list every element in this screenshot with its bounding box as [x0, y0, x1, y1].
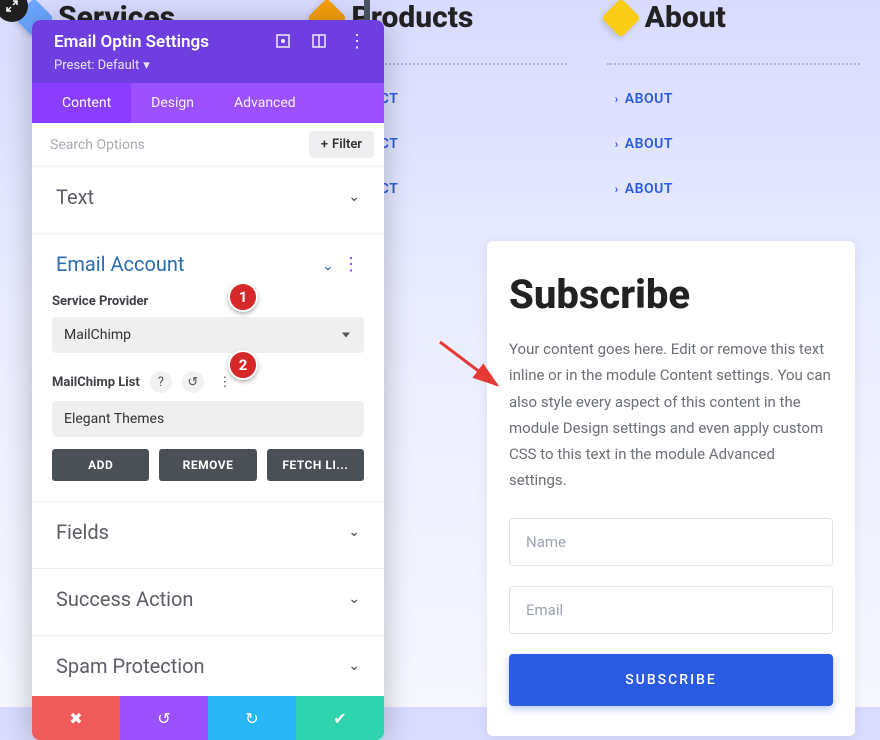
filter-button[interactable]: +Filter	[309, 131, 374, 158]
remove-button[interactable]: REMOVE	[159, 449, 256, 481]
mailchimp-list-label: MailChimp List	[52, 375, 140, 390]
redo-button[interactable]: ↻	[208, 696, 296, 740]
subscribe-button[interactable]: SUBSCRIBE	[509, 654, 833, 706]
tab-content[interactable]: Content	[32, 83, 131, 123]
chevron-down-icon: ⌄	[348, 524, 360, 540]
section-fields[interactable]: Fields ⌄	[52, 502, 364, 562]
caret-down-icon: ▾	[143, 58, 150, 73]
tab-design[interactable]: Design	[131, 83, 214, 123]
reset-icon[interactable]: ↺	[182, 371, 204, 393]
save-button[interactable]: ✔	[296, 696, 384, 740]
service-provider-select[interactable]: MailChimp	[52, 317, 364, 353]
section-success-action[interactable]: Success Action ⌄	[52, 569, 364, 629]
chevron-right-icon: ›	[615, 92, 619, 106]
mailchimp-list-input[interactable]	[52, 401, 364, 437]
fetch-lists-button[interactable]: FETCH LI...	[267, 449, 364, 481]
chevron-right-icon: ›	[615, 182, 619, 196]
email-optin-settings-panel: Email Optin Settings ⋮ Preset: Default▾ …	[32, 20, 384, 740]
annotation-badge-1: 1	[228, 282, 258, 312]
add-button[interactable]: ADD	[52, 449, 149, 481]
preset-dropdown[interactable]: Preset: Default▾	[54, 58, 366, 73]
tab-advanced[interactable]: Advanced	[214, 83, 316, 123]
chevron-down-icon: ⌄	[348, 591, 360, 607]
subscribe-title: Subscribe	[509, 271, 833, 318]
subscribe-email-input[interactable]	[509, 586, 833, 634]
subscribe-name-input[interactable]	[509, 518, 833, 566]
panel-tabs: Content Design Advanced	[32, 83, 384, 123]
check-icon: ✔	[333, 709, 346, 728]
wireframe-icon[interactable]	[312, 33, 326, 52]
chevron-down-icon: ⌄	[348, 658, 360, 674]
about-heading: About	[607, 0, 860, 35]
help-icon[interactable]: ?	[150, 371, 172, 393]
section-email-account[interactable]: Email Account ⌃ ⋮	[52, 234, 364, 294]
more-icon[interactable]: ⋮	[348, 33, 366, 51]
about-heading-text: About	[645, 0, 726, 35]
cancel-button[interactable]: ✖	[32, 696, 120, 740]
section-spam-protection[interactable]: Spam Protection ⌄	[52, 636, 364, 696]
annotation-badge-2: 2	[228, 350, 258, 380]
service-provider-label: Service Provider	[52, 294, 364, 309]
close-icon: ✖	[69, 709, 82, 728]
about-icon	[601, 0, 641, 37]
search-options-input[interactable]	[50, 137, 309, 153]
about-link[interactable]: ›ABOUT	[615, 136, 860, 152]
subscribe-body: Your content goes here. Edit or remove t…	[509, 336, 833, 494]
subscribe-module: Subscribe Your content goes here. Edit o…	[487, 241, 855, 736]
undo-icon: ↺	[157, 709, 170, 728]
about-link[interactable]: ›ABOUT	[615, 181, 860, 197]
chevron-up-icon: ⌃	[322, 256, 334, 272]
chevron-right-icon: ›	[615, 137, 619, 151]
undo-button[interactable]: ↺	[120, 696, 208, 740]
plus-icon: +	[321, 137, 328, 152]
divider	[607, 63, 860, 65]
chevron-down-icon: ⌄	[348, 189, 360, 205]
section-text[interactable]: Text ⌄	[52, 167, 364, 227]
redo-icon: ↻	[245, 709, 258, 728]
panel-title: Email Optin Settings	[54, 32, 276, 52]
expand-icon[interactable]	[276, 33, 290, 52]
about-link[interactable]: ›ABOUT	[615, 91, 860, 107]
section-options-icon[interactable]: ⋮	[342, 254, 360, 275]
